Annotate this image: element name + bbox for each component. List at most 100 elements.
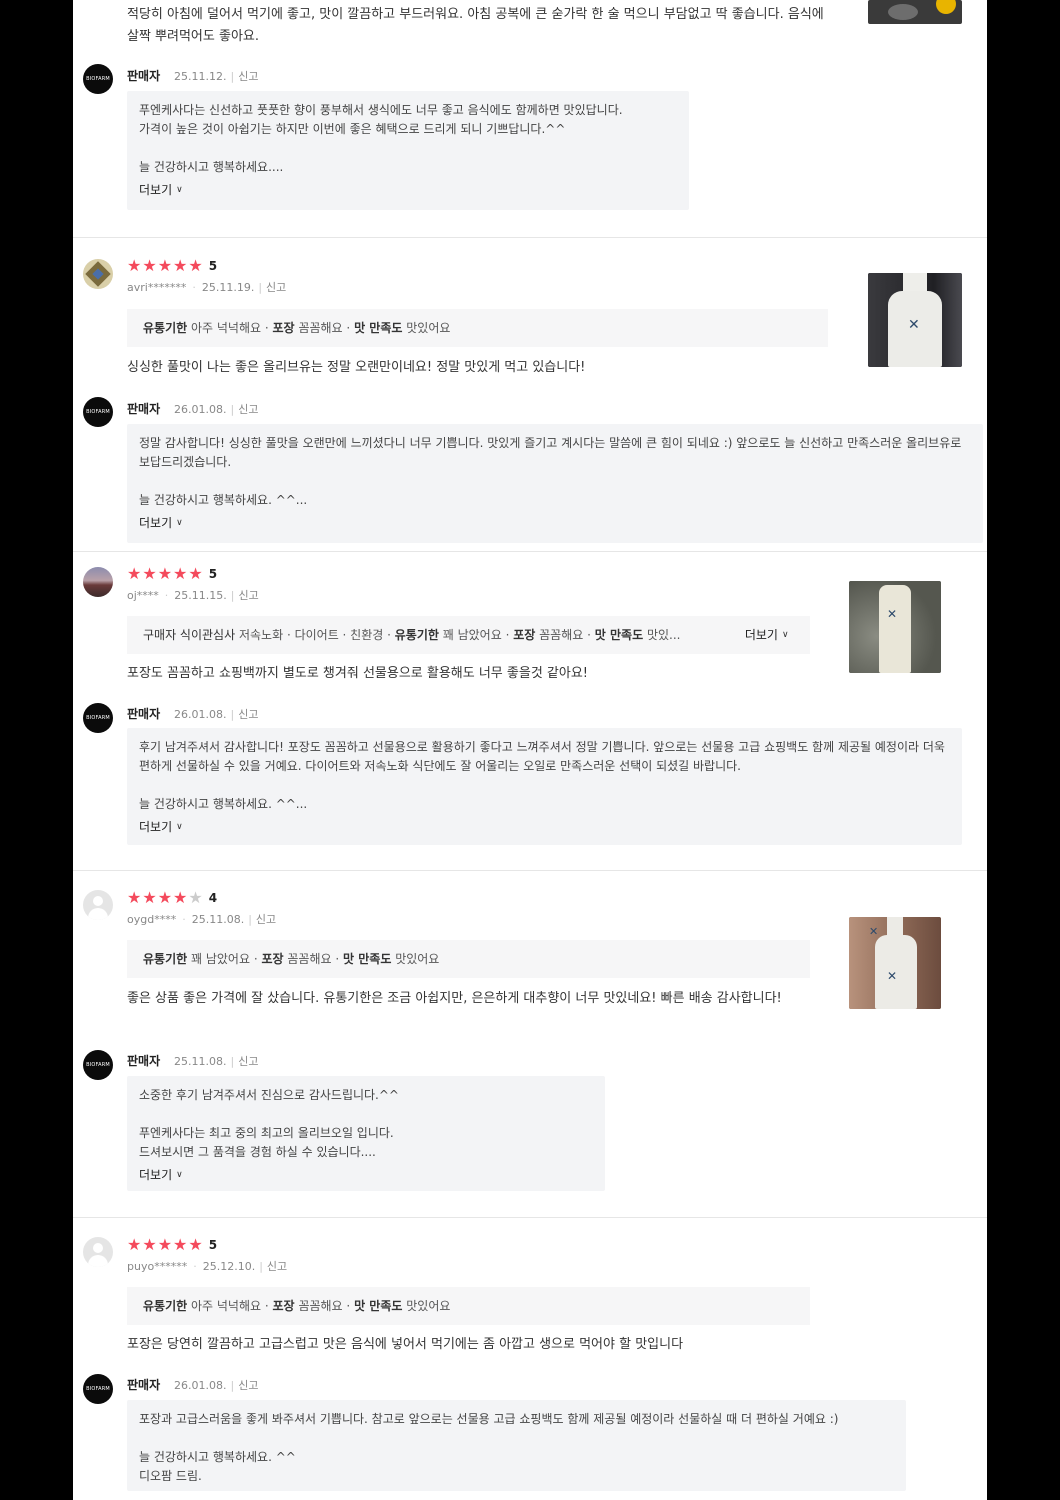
user-avatar (83, 567, 113, 597)
rating-score: 5 (208, 1238, 218, 1252)
reply-text: 늘 건강하시고 행복하세요. ^^... (139, 493, 308, 507)
reply-meta: 25.11.12. | 신고 (174, 70, 259, 83)
user-id: oygd**** (127, 913, 177, 926)
review-text: 좋은 상품 좋은 가격에 잘 샀습니다. 유통기한은 조금 아쉽지만, 은은하게… (127, 991, 782, 1006)
reply-text: 늘 건강하시고 행복하세요.... (139, 160, 284, 174)
user-id: puyo****** (127, 1260, 188, 1273)
review-meta: oygd**** · 25.11.08. | 신고 (127, 913, 277, 926)
option-summary: 유통기한 아주 넉넉해요 · 포장 꼼꼼해요 · 맛 만족도 맛있어요 (127, 1287, 810, 1325)
rating-score: 5 (208, 567, 218, 581)
report-link[interactable]: 신고 (238, 708, 258, 721)
review-date: 25.12.10. (202, 1260, 256, 1273)
star-icon: ★ (173, 888, 188, 907)
report-link[interactable]: 신고 (239, 589, 259, 602)
report-link[interactable]: 신고 (266, 281, 286, 294)
reply-date: 25.11.08. (174, 1055, 227, 1068)
seller-avatar: BIOFARM (83, 1050, 113, 1080)
seller-avatar: BIOFARM (83, 1374, 113, 1404)
report-link[interactable]: 신고 (238, 1055, 258, 1068)
report-link[interactable]: 신고 (238, 1379, 258, 1392)
reply-text: 드셔보시면 그 품격을 경험 하실 수 있습니다.... (139, 1145, 376, 1159)
review-photo[interactable]: ✕ ✕ (849, 917, 941, 1009)
seller-avatar: BIOFARM (83, 703, 113, 733)
reply-text: 정말 감사합니다! 싱싱한 풀맛을 오랜만에 느끼셨다니 너무 기쁩니다. 맛있… (139, 436, 962, 469)
reply-text: 가격이 높은 것이 아쉽기는 하지만 이번에 좋은 혜택으로 드리게 되니 기쁘… (139, 122, 566, 136)
seller-avatar: BIOFARM (83, 64, 113, 94)
review-date: 25.11.19. (201, 281, 255, 294)
seller-avatar: BIOFARM (83, 397, 113, 427)
star-rating: ★ ★ ★ ★ ★ 5 (127, 566, 217, 582)
review-photo[interactable]: ✕ (868, 273, 962, 367)
review-text: 적당히 아침에 덜어서 먹기에 좋고, 맛이 깔끔하고 부드러워요. 아침 공복… (127, 7, 824, 44)
seller-name: 판매자 (127, 69, 161, 83)
star-icon: ★ (127, 888, 142, 907)
reply-text: 소중한 후기 남겨주셔서 진심으로 감사드립니다.^^ (139, 1088, 399, 1102)
star-icon: ★ (142, 888, 157, 907)
seller-reply: 후기 남겨주셔서 감사합니다! 포장도 꼼꼼하고 선물용으로 활용하기 좋다고 … (127, 728, 962, 845)
star-icon: ★ (173, 1235, 188, 1254)
rating-score: 5 (208, 259, 218, 273)
divider (73, 237, 987, 238)
seller-name: 판매자 (127, 1378, 161, 1392)
reply-meta: 26.01.08. | 신고 (174, 708, 259, 721)
review-date: 25.11.08. (191, 913, 245, 926)
option-summary: 구매자 식이관심사 저속노화 · 다이어트 · 친환경 · 유통기한 꽤 남았어… (127, 616, 810, 654)
star-icon: ★ (157, 1235, 173, 1254)
reply-text: 후기 남겨주셔서 감사합니다! 포장도 꼼꼼하고 선물용으로 활용하기 좋다고 … (139, 740, 945, 773)
star-icon: ★ (188, 564, 203, 583)
star-icon: ★ (142, 564, 157, 583)
reply-text: 디오팜 드림. (139, 1469, 202, 1483)
star-rating: ★ ★ ★ ★ ★ 5 (127, 1237, 217, 1253)
star-rating: ★ ★ ★ ★ ★ 4 (127, 890, 217, 906)
star-icon: ★ (188, 888, 203, 907)
chevron-down-icon: ∨ (176, 185, 183, 195)
reply-text: 늘 건강하시고 행복하세요. ^^... (139, 797, 308, 811)
star-icon: ★ (127, 256, 142, 275)
report-link[interactable]: 신고 (238, 403, 258, 416)
star-icon: ★ (157, 256, 173, 275)
default-avatar-icon (83, 890, 113, 920)
report-link[interactable]: 신고 (256, 913, 276, 926)
chevron-down-icon: ∨ (781, 630, 789, 640)
star-icon: ★ (127, 564, 142, 583)
star-icon: ★ (127, 1235, 142, 1254)
review-photo[interactable]: ✕ (849, 581, 941, 673)
user-avatar (83, 259, 113, 289)
more-button[interactable]: 더보기 ∨ (139, 1166, 183, 1185)
star-rating: ★ ★ ★ ★ ★ 5 (127, 258, 217, 274)
more-button[interactable]: 더보기 ∨ (745, 616, 789, 654)
reply-date: 26.01.08. (174, 1379, 227, 1392)
review-list: 적당히 아침에 덜어서 먹기에 좋고, 맛이 깔끔하고 부드러워요. 아침 공복… (73, 0, 987, 1500)
option-summary: 유통기한 아주 넉넉해요 · 포장 꼼꼼해요 · 맛 만족도 맛있어요 (127, 309, 828, 347)
more-button[interactable]: 더보기 ∨ (139, 514, 183, 533)
reply-date: 26.01.08. (174, 708, 227, 721)
star-icon: ★ (157, 564, 173, 583)
star-icon: ★ (188, 1235, 203, 1254)
reply-date: 26.01.08. (174, 403, 227, 416)
seller-name: 판매자 (127, 1054, 161, 1068)
seller-reply: 푸엔케사다는 신선하고 풋풋한 향이 풍부해서 생식에도 너무 좋고 음식에도 … (127, 91, 689, 210)
review-text: 포장도 꼼꼼하고 쇼핑백까지 별도로 챙겨줘 선물용으로 활용해도 너무 좋을것… (127, 666, 589, 681)
reply-text: 푸엔케사다는 최고 중의 최고의 올리브오일 입니다. (139, 1126, 394, 1140)
review-meta: oj**** · 25.11.15. | 신고 (127, 589, 259, 602)
default-avatar-icon (83, 1237, 113, 1267)
user-id: avri******* (127, 281, 187, 294)
reply-meta: 26.01.08. | 신고 (174, 1379, 259, 1392)
more-button[interactable]: 더보기 ∨ (139, 818, 183, 837)
review-date: 25.11.15. (174, 589, 227, 602)
review-photo[interactable] (868, 0, 962, 24)
report-link[interactable]: 신고 (238, 70, 258, 83)
more-button[interactable]: 더보기 ∨ (139, 181, 183, 200)
divider (73, 1217, 987, 1218)
star-icon: ★ (142, 256, 157, 275)
review-text: 포장은 당연히 깔끔하고 고급스럽고 맛은 음식에 넣어서 먹기에는 좀 아깝고… (127, 1337, 684, 1352)
report-link[interactable]: 신고 (267, 1260, 287, 1273)
chevron-down-icon: ∨ (176, 1170, 183, 1180)
review-meta: avri******* · 25.11.19. | 신고 (127, 281, 287, 294)
divider (73, 870, 987, 871)
reply-text: 늘 건강하시고 행복하세요. ^^ (139, 1450, 296, 1464)
user-id: oj**** (127, 589, 159, 602)
reply-date: 25.11.12. (174, 70, 227, 83)
option-summary: 유통기한 꽤 남았어요 · 포장 꼼꼼해요 · 맛 만족도 맛있어요 (127, 940, 810, 978)
reply-meta: 26.01.08. | 신고 (174, 403, 259, 416)
